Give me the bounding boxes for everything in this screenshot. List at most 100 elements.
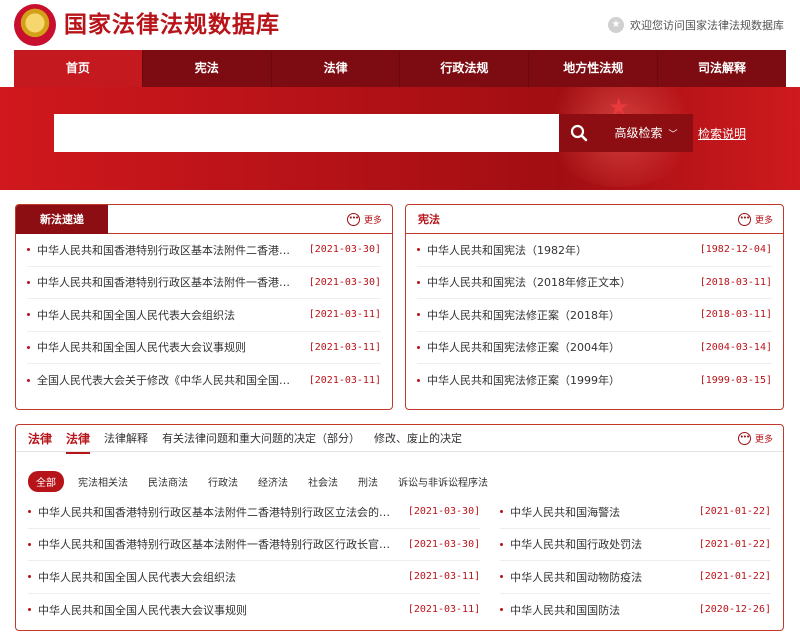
search-input[interactable] xyxy=(54,114,559,152)
laws-list-left: 中华人民共和国香港特别行政区基本法附件二香港特别行政区立法会的产生办法 [2021… xyxy=(28,496,481,627)
bullet-icon xyxy=(28,608,31,612)
new-laws-list: 中华人民共和国香港特别行政区基本法附件二香港特别行政区立法会的产生办法和表决程序… xyxy=(16,234,392,397)
item-date: [2004-03-14] xyxy=(699,341,772,353)
more-link[interactable]: ••• 更多 xyxy=(346,213,382,226)
tab-laws[interactable]: 法律 xyxy=(66,430,91,454)
item-title[interactable]: 中华人民共和国海警法 xyxy=(510,504,699,520)
nav-laws[interactable]: 法律 xyxy=(272,50,401,87)
laws-lists: 中华人民共和国香港特别行政区基本法附件二香港特别行政区立法会的产生办法 [2021… xyxy=(16,496,783,626)
item-title[interactable]: 中华人民共和国宪法修正案（2004年） xyxy=(427,339,700,355)
search-icon xyxy=(570,124,588,142)
item-title[interactable]: 中华人民共和国宪法（2018年修正文本） xyxy=(427,274,700,290)
list-item[interactable]: 中华人民共和国国防法 [2020-12-26] xyxy=(500,594,771,627)
chip-administrative[interactable]: 行政法 xyxy=(208,474,238,489)
item-title[interactable]: 中华人民共和国香港特别行政区基本法附件一香港特别行政区行政长官的产生办法 xyxy=(37,274,309,290)
item-title[interactable]: 中华人民共和国全国人民代表大会组织法 xyxy=(37,307,309,323)
list-item[interactable]: 中华人民共和国香港特别行政区基本法附件二香港特别行政区立法会的产生办法 [2021… xyxy=(28,496,481,529)
nav-home[interactable]: 首页 xyxy=(14,50,143,87)
category-filter: 全部 宪法相关法 民法商法 行政法 经济法 社会法 刑法 诉讼与非诉讼程序法 xyxy=(16,452,783,496)
laws-panel: 法律 法律 法律解释 有关法律问题和重大问题的决定（部分） 修改、废止的决定 •… xyxy=(15,424,784,631)
chip-economic[interactable]: 经济法 xyxy=(258,474,288,489)
list-item[interactable]: 中华人民共和国宪法修正案（1999年） [1999-03-15] xyxy=(417,364,772,397)
list-item[interactable]: 中华人民共和国香港特别行政区基本法附件二香港特别行政区立法会的产生办法和表决程序… xyxy=(27,234,381,267)
item-title[interactable]: 中华人民共和国全国人民代表大会组织法 xyxy=(38,569,408,585)
list-item[interactable]: 中华人民共和国全国人民代表大会组织法 [2021-03-11] xyxy=(27,299,381,332)
site-header: ★ 国家法律法规数据库 ★ 欢迎您访问国家法律法规数据库 xyxy=(0,0,800,50)
bullet-icon xyxy=(417,280,420,284)
bullet-icon xyxy=(500,608,504,612)
more-icon: ••• xyxy=(737,432,751,445)
list-item[interactable]: 中华人民共和国宪法（2018年修正文本） [2018-03-11] xyxy=(417,267,772,299)
item-title[interactable]: 中华人民共和国动物防疫法 xyxy=(510,569,699,585)
chip-social[interactable]: 社会法 xyxy=(308,474,338,489)
list-item[interactable]: 中华人民共和国全国人民代表大会议事规则 [2021-03-11] xyxy=(27,332,381,364)
more-icon: ••• xyxy=(737,213,751,226)
tab-law-interpretations[interactable]: 法律解释 xyxy=(104,430,148,446)
item-date: [2021-03-11] xyxy=(308,374,381,386)
more-link[interactable]: ••• 更多 xyxy=(737,432,773,445)
item-date: [2020-12-26] xyxy=(698,604,771,616)
item-date: [2021-03-30] xyxy=(308,276,381,288)
bullet-icon xyxy=(500,542,504,546)
tab-amend-repeal[interactable]: 修改、废止的决定 xyxy=(374,430,462,446)
constitution-panel: 宪法 ••• 更多 中华人民共和国宪法（1982年） [1982-12-04] 中华… xyxy=(405,204,784,410)
new-laws-panel: 新法速递 •••更多 中华人民共和国香港特别行政区基本法附件二香港特别行政区立法… xyxy=(15,204,393,410)
list-item[interactable]: 全国人民代表大会关于修改《中华人民共和国全国人民代表大会组织法》的决定[2021… xyxy=(27,364,381,397)
item-title[interactable]: 中华人民共和国行政处罚法 xyxy=(510,536,699,552)
laws-list-right: 中华人民共和国海警法 [2021-01-22] 中华人民共和国行政处罚法 [2021… xyxy=(500,496,771,626)
list-item[interactable]: 中华人民共和国香港特别行政区基本法附件一香港特别行政区行政长官的产生办法[202… xyxy=(28,529,481,561)
advanced-search-label: 高级检索 xyxy=(614,126,663,140)
item-title[interactable]: 中华人民共和国国防法 xyxy=(510,602,699,618)
tab-decisions[interactable]: 有关法律问题和重大问题的决定（部分） xyxy=(162,430,360,446)
chip-civil-commercial[interactable]: 民法商法 xyxy=(148,474,188,489)
item-date: [2021-01-22] xyxy=(698,506,771,518)
search-help-link[interactable]: 检索说明 xyxy=(698,125,746,142)
nav-administrative-regulations[interactable]: 行政法规 xyxy=(400,50,530,87)
constitution-title[interactable]: 宪法 xyxy=(406,205,452,234)
bullet-icon xyxy=(417,248,420,252)
bullet-icon xyxy=(500,510,504,514)
national-emblem-icon: ★ xyxy=(14,4,56,46)
bullet-icon xyxy=(27,313,30,317)
laws-section-title[interactable]: 法律 xyxy=(28,430,52,447)
list-item[interactable]: 中华人民共和国宪法修正案（2018年） [2018-03-11] xyxy=(417,299,772,332)
item-title[interactable]: 中华人民共和国香港特别行政区基本法附件一香港特别行政区行政长官的产生办法 xyxy=(38,536,408,552)
new-laws-title[interactable]: 新法速递 xyxy=(16,205,108,234)
chip-procedure[interactable]: 诉讼与非诉讼程序法 xyxy=(398,474,488,489)
item-title[interactable]: 中华人民共和国全国人民代表大会议事规则 xyxy=(37,339,309,355)
item-date: [2021-03-30] xyxy=(308,244,381,256)
more-link[interactable]: ••• 更多 xyxy=(737,213,773,226)
item-date: [2018-03-11] xyxy=(699,309,772,321)
item-date: [2021-03-30] xyxy=(407,506,481,518)
list-item[interactable]: 中华人民共和国动物防疫法 [2021-01-22] xyxy=(500,561,771,594)
more-label: 更多 xyxy=(754,435,773,445)
list-item[interactable]: 中华人民共和国宪法修正案（2004年） [2004-03-14] xyxy=(417,332,772,364)
item-date: [2021-01-22] xyxy=(698,571,771,583)
nav-constitution[interactable]: 宪法 xyxy=(143,50,272,87)
bullet-icon xyxy=(27,280,30,284)
item-date: [1982-12-04] xyxy=(699,244,772,256)
site-title[interactable]: 国家法律法规数据库 xyxy=(64,11,280,39)
bullet-icon xyxy=(27,248,30,252)
search-button[interactable] xyxy=(559,114,599,152)
list-item[interactable]: 中华人民共和国行政处罚法 [2021-01-22] xyxy=(500,529,771,561)
list-item[interactable]: 中华人民共和国全国人民代表大会组织法 [2021-03-11] xyxy=(28,561,481,594)
item-title[interactable]: 中华人民共和国香港特别行政区基本法附件二香港特别行政区立法会的产生办法 xyxy=(38,504,408,520)
list-item[interactable]: 中华人民共和国宪法（1982年） [1982-12-04] xyxy=(417,234,772,267)
item-title[interactable]: 中华人民共和国宪法修正案（1999年） xyxy=(427,372,700,388)
item-title[interactable]: 中华人民共和国宪法修正案（2018年） xyxy=(427,307,700,323)
item-title[interactable]: 中华人民共和国香港特别行政区基本法附件二香港特别行政区立法会的产生办法和表决程序 xyxy=(37,242,309,258)
list-item[interactable]: 中华人民共和国香港特别行政区基本法附件一香港特别行政区行政长官的产生办法[202… xyxy=(27,267,381,299)
chip-all[interactable]: 全部 xyxy=(28,470,64,492)
item-title[interactable]: 中华人民共和国宪法（1982年） xyxy=(427,242,700,258)
chip-criminal[interactable]: 刑法 xyxy=(358,474,378,489)
item-title[interactable]: 中华人民共和国全国人民代表大会议事规则 xyxy=(38,602,408,618)
nav-judicial-interpretations[interactable]: 司法解释 xyxy=(658,50,786,87)
list-item[interactable]: 中华人民共和国海警法 [2021-01-22] xyxy=(500,496,771,529)
nav-local-regulations[interactable]: 地方性法规 xyxy=(529,50,659,87)
list-item[interactable]: 中华人民共和国全国人民代表大会议事规则 [2021-03-11] xyxy=(28,594,480,627)
chip-constitutional[interactable]: 宪法相关法 xyxy=(78,474,128,489)
bullet-icon xyxy=(28,510,31,514)
advanced-search-button[interactable]: 高级检索 ﹀ xyxy=(599,114,693,152)
item-title[interactable]: 全国人民代表大会关于修改《中华人民共和国全国人民代表大会组织法》的决定 xyxy=(37,372,309,388)
